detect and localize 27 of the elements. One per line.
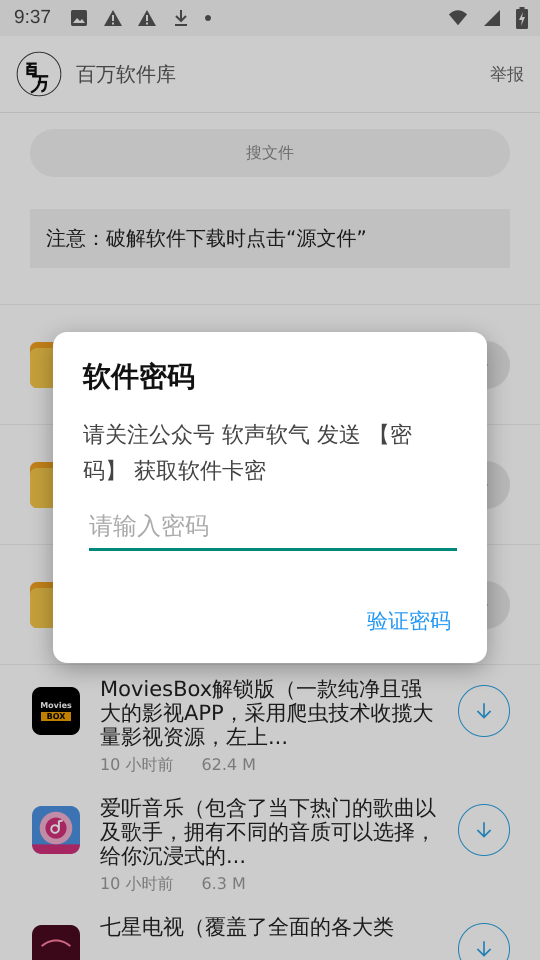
battery-icon [516,7,528,29]
download-button[interactable] [458,804,510,856]
app-title-text[interactable]: MoviesBox解锁版（一款纯净且强大的影视APP，采用爬虫技术收揽大量影视资源，左上... [100,677,438,749]
download-button[interactable] [458,923,510,960]
size-text: 62.4 M [201,755,256,776]
app-icon: Movies BOX [32,687,80,735]
app-title: 百万软件库 [76,60,177,88]
report-button[interactable]: 举报 [490,58,524,90]
app-title-text[interactable]: 七星电视（覆盖了全面的各大类 [100,915,438,939]
tv-app-icon [32,925,80,960]
warning-icon [102,8,123,28]
signal-icon [482,8,502,28]
dialog-message: 请关注公众号 软声软气 发送 【密码】 获取软件卡密 [83,422,413,486]
time-text: 10 小时前 [100,755,174,776]
size-text: 6.3 M [201,874,246,895]
wifi-icon [448,8,468,28]
time-text: 10 小时前 [100,874,174,895]
dialog-title: 软件密码 [83,359,196,395]
notice-text: 注意：破解软件下载时点击“源文件” [30,209,510,268]
status-time: 9:37 [14,7,51,29]
app-title-text[interactable]: 爱听音乐（包含了当下热门的歌曲以及歌手，拥有不同的音质可以选择，给你沉浸式的... [100,796,438,868]
dot-icon [204,15,211,21]
music-app-icon [32,806,80,854]
download-button[interactable] [458,685,510,737]
image-icon [68,8,89,28]
logo-icon [16,51,62,97]
warning-icon [136,8,157,28]
